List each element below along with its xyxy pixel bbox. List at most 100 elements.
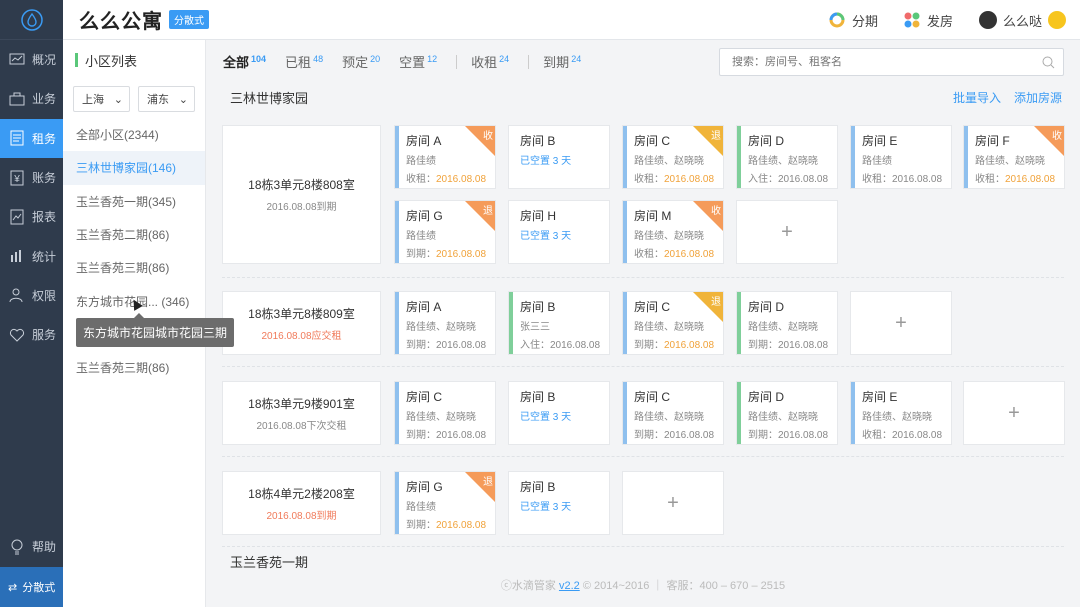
unit-card[interactable]: 收房间 A 路佳绩 收租：2016.08.08 <box>394 125 496 189</box>
unit-card[interactable]: 房间 D 路佳绩、赵晓晓 入住：2016.08.08 <box>736 125 838 189</box>
unit-card[interactable]: 房间 C 路佳绩、赵晓晓 到期：2016.08.08 <box>622 381 724 445</box>
community-item[interactable]: 三林世博家园(146) <box>63 151 205 185</box>
city-select[interactable]: 上海 ⌄ <box>73 86 130 112</box>
search-icon[interactable] <box>1033 56 1063 69</box>
unit-card[interactable]: 房间 H 已空置 3 天 <box>508 200 610 264</box>
unit-card[interactable]: 收房间 F 路佳绩、赵晓晓 收租：2016.08.08 <box>963 125 1065 189</box>
room-date: 2016.08.08下次交租 <box>256 420 347 432</box>
unit-card[interactable]: 房间 B 已空置 3 天 <box>508 471 610 535</box>
unit-status-label: 到期： <box>406 340 436 351</box>
add-unit-button[interactable]: + <box>850 291 952 355</box>
room-card[interactable]: 18栋3单元8楼809室 2016.08.08应交租 <box>222 291 381 355</box>
status-badge: 收 <box>711 206 721 217</box>
bulk-import-link[interactable]: 批量导入 <box>953 89 1001 106</box>
community-item[interactable]: 玉兰香苑二期(86) <box>63 218 205 251</box>
nav-item-accounts[interactable]: ¥ 账务 <box>0 158 63 197</box>
nav-item-stats[interactable]: 统计 <box>0 236 63 275</box>
unit-date: 2016.08.08 <box>778 430 829 441</box>
nav-label: 帮助 <box>32 540 57 555</box>
unit-date: 2016.08.08 <box>664 174 715 185</box>
tab-all[interactable]: 全部 104 <box>223 52 266 71</box>
tab-collect-rent[interactable]: 收租 24 <box>471 52 509 71</box>
add-unit-button[interactable]: + <box>963 381 1065 445</box>
room-card[interactable]: 18栋3单元8楼808室 2016.08.08到期 <box>222 125 381 264</box>
community-item[interactable]: 全部小区(2344) <box>63 118 205 151</box>
tab-count: 20 <box>370 53 381 64</box>
search-box[interactable] <box>719 48 1064 76</box>
community-item[interactable]: 玉兰香苑三期(86) <box>63 351 205 384</box>
add-unit-button[interactable]: + <box>622 471 724 535</box>
brand-name: 么么公寓 <box>79 11 163 33</box>
unit-card[interactable]: 退房间 G 路佳绩 到期：2016.08.08 <box>394 200 496 264</box>
nav-item-permissions[interactable]: 权限 <box>0 276 63 315</box>
unit-date: 2016.08.08 <box>436 249 487 260</box>
tab-reserved[interactable]: 预定 20 <box>342 52 380 71</box>
nav-item-overview[interactable]: 概况 <box>0 40 63 79</box>
tab-expiring[interactable]: 到期 24 <box>543 52 581 71</box>
logo[interactable] <box>0 0 63 40</box>
unit-card[interactable]: 房间 A 路佳绩、赵晓晓 到期：2016.08.08 <box>394 291 496 355</box>
status-stripe <box>623 292 627 354</box>
room-card[interactable]: 18栋4单元2楼208室 2016.08.08到期 <box>222 471 381 535</box>
room-name: 18栋3单元8楼808室 <box>248 178 355 192</box>
installment-link[interactable]: 分期 <box>829 11 878 30</box>
unit-card[interactable]: 收房间 M 路佳绩、赵晓晓 收租：2016.08.08 <box>622 200 724 264</box>
customer-service: 客服：400 – 670 – 2515 <box>666 580 786 592</box>
water-drop-icon <box>20 8 43 31</box>
footer-logo-icon: ⓒ <box>500 580 512 592</box>
community-item[interactable]: 玉兰香苑三期(86) <box>63 251 205 284</box>
nav-label: 账务 <box>32 171 57 186</box>
version-link[interactable]: v2.2 <box>559 580 580 592</box>
unit-card[interactable]: 退房间 C 路佳绩、赵晓晓 收租：2016.08.08 <box>622 125 724 189</box>
unit-card[interactable]: 房间 E 路佳绩 收租：2016.08.08 <box>850 125 952 189</box>
tab-rented[interactable]: 已租 48 <box>285 52 323 71</box>
district-select[interactable]: 浦东 ⌄ <box>138 86 195 112</box>
unit-card[interactable]: 房间 B 已空置 3 天 <box>508 381 610 445</box>
unit-date: 2016.08.08 <box>436 520 487 531</box>
unit-date: 2016.08.08 <box>664 430 715 441</box>
community-item[interactable]: 玉兰香苑一期(345) <box>63 185 205 218</box>
nav-item-help[interactable]: 帮助 <box>0 527 63 566</box>
unit-tenants: 路佳绩、赵晓晓 <box>634 412 704 423</box>
publish-label: 发房 <box>926 13 953 29</box>
unit-status-label: 收租： <box>634 249 664 260</box>
status-stripe <box>395 201 399 263</box>
room-card[interactable]: 18栋3单元9楼901室 2016.08.08下次交租 <box>222 381 381 445</box>
room-name: 18栋3单元8楼809室 <box>248 306 355 321</box>
publish-link[interactable]: 发房 <box>904 11 953 30</box>
search-input[interactable] <box>732 56 1033 68</box>
status-stripe <box>395 292 399 354</box>
user-menu[interactable]: 么么哒 <box>978 11 1066 30</box>
unit-card[interactable]: 退房间 C 路佳绩、赵晓晓 到期：2016.08.08 <box>622 291 724 355</box>
unit-card[interactable]: 房间 D 路佳绩、赵晓晓 到期：2016.08.08 <box>736 381 838 445</box>
brand-tag: 分散式 <box>169 10 209 29</box>
add-unit-button[interactable]: + <box>736 200 838 264</box>
unit-card[interactable]: 房间 B 张三三 入住：2016.08.08 <box>508 291 610 355</box>
status-badge: 退 <box>711 131 721 142</box>
room-date: 2016.08.08应交租 <box>261 330 342 342</box>
divider <box>222 546 1064 547</box>
unit-card[interactable]: 房间 E 路佳绩、赵晓晓 收租：2016.08.08 <box>850 381 952 445</box>
nav-item-services[interactable]: 服务 <box>0 315 63 354</box>
add-listing-link[interactable]: 添加房源 <box>1014 89 1062 106</box>
tab-label: 收租 <box>471 55 498 70</box>
unit-card[interactable]: 房间 C 路佳绩、赵晓晓 到期：2016.08.08 <box>394 381 496 445</box>
unit-card[interactable]: 退房间 G 路佳绩 到期：2016.08.08 <box>394 471 496 535</box>
nav-item-rent[interactable]: 租务 <box>0 118 63 158</box>
unit-card[interactable]: 房间 B 已空置 3 天 <box>508 125 610 189</box>
unit-card[interactable]: 房间 D 路佳绩、赵晓晓 到期：2016.08.08 <box>736 291 838 355</box>
status-stripe <box>509 292 513 354</box>
briefcase-icon <box>8 90 26 108</box>
unit-name: 房间 C <box>406 390 443 404</box>
district-value: 浦东 <box>147 94 169 106</box>
nav-item-reports[interactable]: 报表 <box>0 197 63 236</box>
yen-icon: ¥ <box>8 169 26 187</box>
tab-vacant[interactable]: 空置 12 <box>399 52 437 71</box>
nav-label: 权限 <box>32 288 57 303</box>
city-value: 上海 <box>82 94 104 106</box>
nav-item-business[interactable]: 业务 <box>0 79 63 118</box>
mode-switch[interactable]: ⇄ 分散式 <box>0 567 63 607</box>
unit-status-label: 入住： <box>748 174 778 185</box>
chevron-down-icon: ⌄ <box>178 93 188 106</box>
status-badge: 退 <box>483 477 493 488</box>
